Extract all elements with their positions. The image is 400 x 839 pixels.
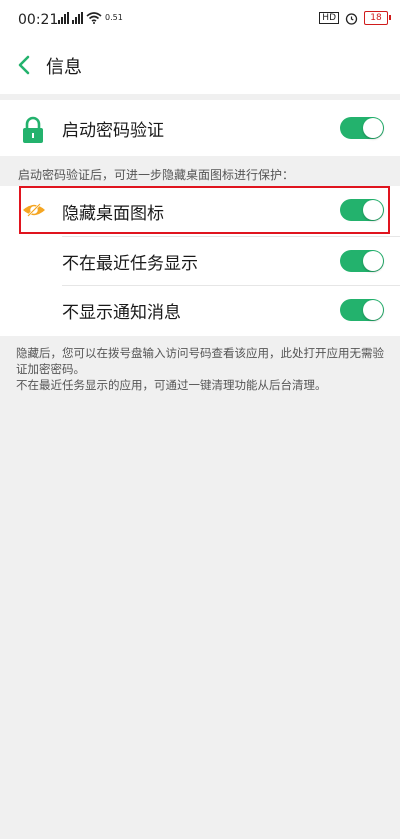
- status-bar: 00:21 0.51 HD 18: [0, 0, 400, 38]
- lock-icon: [23, 116, 43, 143]
- alarm-icon: [345, 12, 358, 25]
- notifications-toggle[interactable]: [340, 299, 384, 321]
- footer-note: 隐藏后，您可以在拨号盘输入访问号码查看该应用，此处打开应用无需验证加密密码。 不…: [16, 345, 388, 393]
- option-label: 不在最近任务显示: [62, 254, 198, 274]
- status-icons-left: 0.51: [58, 12, 123, 24]
- battery-level: 18: [370, 13, 382, 23]
- chevron-left-icon[interactable]: [14, 54, 36, 76]
- option-label: 不显示通知消息: [62, 303, 181, 323]
- status-time: 00:21: [18, 12, 59, 28]
- page-title: 信息: [46, 57, 82, 78]
- description-area: 启动密码验证后，可进一步隐藏桌面图标进行保护：: [0, 156, 400, 186]
- recent-tasks-toggle[interactable]: [340, 250, 384, 272]
- option-row-recent-tasks[interactable]: 不在最近任务显示: [0, 237, 400, 285]
- app-header: 信息: [0, 38, 400, 94]
- password-row[interactable]: 启动密码验证: [0, 104, 400, 152]
- options-section: 隐藏桌面图标 不在最近任务显示 不显示通知消息: [0, 186, 400, 336]
- password-label: 启动密码验证: [62, 121, 164, 141]
- toggle-knob: [363, 251, 383, 271]
- toggle-knob: [363, 118, 383, 138]
- password-toggle[interactable]: [340, 117, 384, 139]
- wifi-speed: 0.51: [105, 13, 123, 22]
- signal-icon: [58, 12, 69, 24]
- footer-line-1: 隐藏后，您可以在拨号盘输入访问号码查看该应用，此处打开应用无需验证加密密码。: [16, 346, 384, 376]
- highlight-box: [19, 186, 390, 234]
- description-text: 启动密码验证后，可进一步隐藏桌面图标进行保护：: [18, 168, 295, 182]
- hd-label: HD: [319, 12, 339, 24]
- signal-icon-2: [72, 12, 83, 24]
- option-row-notifications[interactable]: 不显示通知消息: [0, 286, 400, 334]
- footer-line-2: 不在最近任务显示的应用，可通过一键清理功能从后台清理。: [16, 378, 327, 392]
- password-section: 启动密码验证: [0, 100, 400, 156]
- battery-icon: 18: [364, 11, 391, 25]
- wifi-icon: [86, 12, 102, 24]
- status-icons-right: HD 18: [319, 11, 391, 25]
- toggle-knob: [363, 300, 383, 320]
